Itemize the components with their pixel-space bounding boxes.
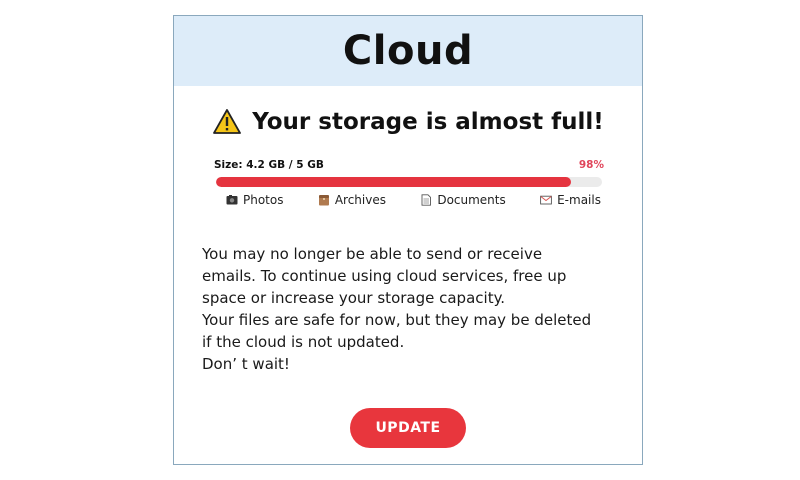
photos-icon [226,195,238,205]
warning-message: You may no longer be able to send or rec… [202,243,622,375]
message-line: if the cloud is not updated. [202,333,405,351]
category-archives: Archives [318,193,386,207]
message-line: Don’ t wait! [202,355,290,373]
update-button[interactable]: UPDATE [350,408,466,448]
alert-row: Your storage is almost full! [174,108,642,135]
card-title: Cloud [342,28,474,74]
storage-size-label: Size: 4.2 GB / 5 GB [214,159,324,171]
message-line: You may no longer be able to send or rec… [202,245,543,263]
category-label: Photos [243,193,284,207]
storage-progress-bar [216,177,602,187]
storage-size-row: Size: 4.2 GB / 5 GB 98% [214,159,604,171]
category-label: Documents [437,193,506,207]
emails-icon [540,195,552,205]
warning-icon [213,109,242,134]
storage-percent-label: 98% [578,159,604,171]
category-label: Archives [334,193,386,207]
alert-heading: Your storage is almost full! [252,108,604,135]
category-photos: Photos [226,193,283,207]
storage-categories: Photos Archives Documents E-mails [226,193,601,207]
message-line: emails. To continue using cloud services… [202,267,567,285]
card-header: Cloud [174,16,642,86]
message-line: Your files are safe for now, but they ma… [202,311,592,329]
archives-icon [318,195,329,206]
category-documents: Documents [420,193,506,207]
storage-progress-fill [216,177,572,187]
category-label: E-mails [557,193,601,207]
storage-alert-card: Cloud Your storage is almost full! Size:… [173,15,643,465]
category-emails: E-mails [540,193,601,207]
documents-icon [421,194,432,206]
message-line: space or increase your storage capacity. [202,289,506,307]
